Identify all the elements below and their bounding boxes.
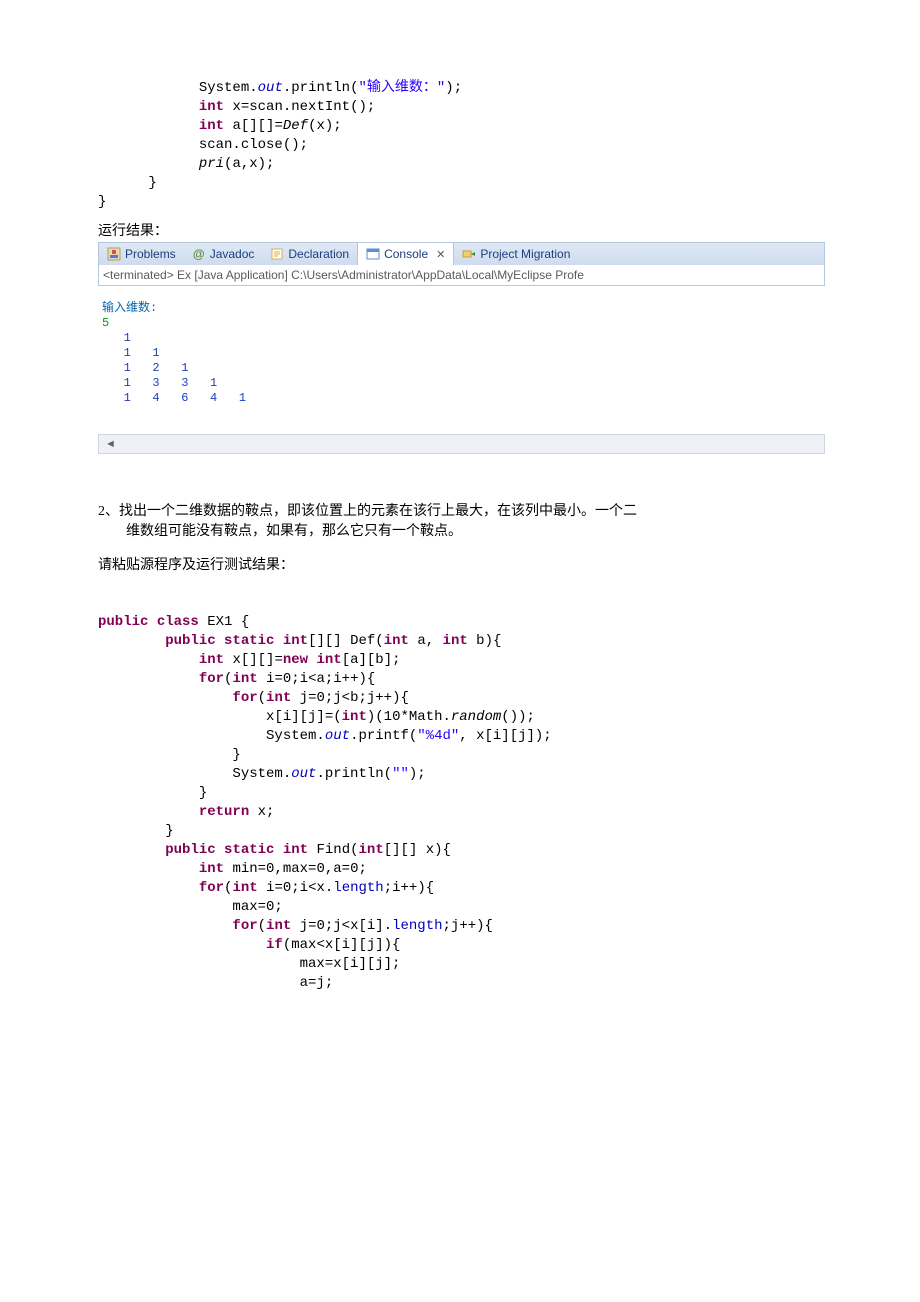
problems-icon	[107, 247, 121, 261]
javadoc-icon: @	[192, 247, 206, 261]
run-result-heading: 运行结果：	[98, 220, 825, 240]
console-icon	[366, 247, 380, 261]
tab-declaration[interactable]: Declaration	[262, 243, 357, 265]
code-block-1: System.out.println("输入维数："); int x=scan.…	[98, 60, 825, 212]
close-icon[interactable]: ✕	[436, 248, 445, 261]
tab-project-migration[interactable]: Project Migration	[454, 243, 578, 265]
question-2: 2、找出一个二维数据的鞍点，即该位置上的元素在该行上最大，在该列中最小。一个二 …	[98, 502, 825, 542]
terminated-line: <terminated> Ex [Java Application] C:\Us…	[98, 265, 825, 286]
tab-problems[interactable]: Problems	[99, 243, 184, 265]
tab-javadoc[interactable]: @ Javadoc	[184, 243, 263, 265]
eclipse-view-tabbar: Problems @ Javadoc Declaration Console ✕…	[98, 242, 825, 265]
code-block-2: public class EX1 { public static int[][]…	[98, 594, 825, 993]
declaration-icon	[270, 247, 284, 261]
instruction-text: 请粘贴源程序及运行测试结果：	[98, 554, 825, 574]
tab-console[interactable]: Console ✕	[357, 243, 454, 265]
scrollbar-left-icon[interactable]: ◄	[98, 434, 825, 454]
console-output: 输入维数: 5 1 1 1 1 2 1 1 3 3 1 1 4 6 4 1	[98, 286, 825, 406]
migration-icon	[462, 247, 476, 261]
